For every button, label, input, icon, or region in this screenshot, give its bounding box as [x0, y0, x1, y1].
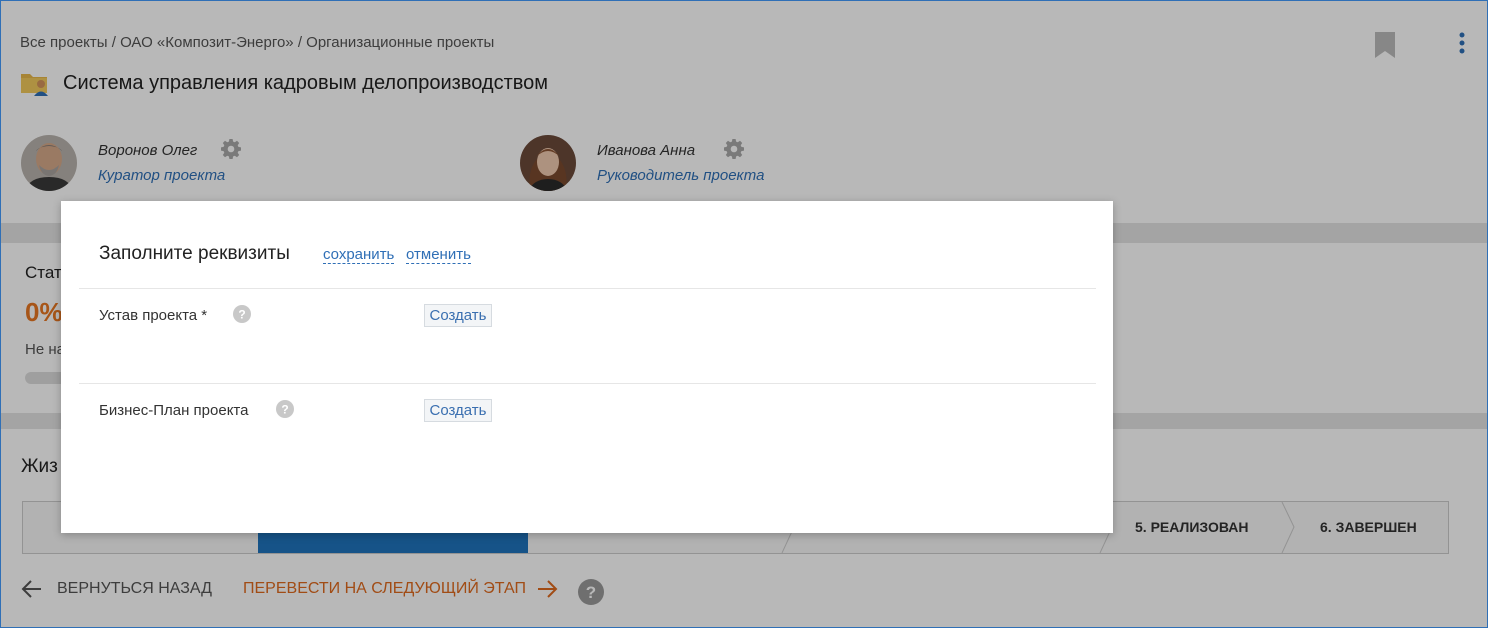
- field-label-charter: Устав проекта *: [99, 307, 208, 324]
- requisites-modal: Заполните реквизиты сохранить отменить У…: [61, 201, 1113, 533]
- save-button[interactable]: сохранить: [323, 247, 395, 264]
- help-icon[interactable]: ?: [276, 400, 294, 418]
- help-icon[interactable]: ?: [233, 305, 251, 323]
- project-page: Все проекты / ОАО «Композит-Энерго» / Ор…: [0, 0, 1488, 628]
- cancel-button[interactable]: отменить: [406, 247, 471, 264]
- modal-title: Заполните реквизиты: [99, 243, 290, 264]
- svg-text:?: ?: [238, 308, 245, 322]
- divider: [79, 288, 1096, 289]
- divider: [79, 383, 1096, 384]
- create-business-plan-button[interactable]: Создать: [424, 399, 492, 422]
- field-label-business-plan: Бизнес-План проекта: [99, 402, 249, 419]
- svg-text:?: ?: [281, 403, 288, 417]
- create-charter-button[interactable]: Создать: [424, 304, 492, 327]
